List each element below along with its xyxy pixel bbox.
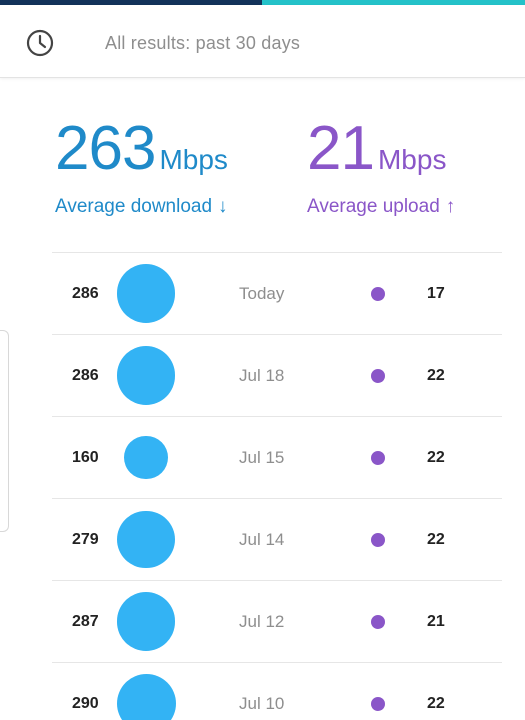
- download-speed: 279: [72, 531, 99, 548]
- time-filter[interactable]: All results: past 30 days: [0, 5, 525, 78]
- upload-dot: [371, 697, 385, 711]
- download-speed: 290: [72, 695, 99, 712]
- result-row[interactable]: 160 Jul 15 22: [52, 416, 502, 498]
- upload-speed: 17: [427, 285, 445, 302]
- results-screen: All results: past 30 days 263 Mbps Averag…: [0, 0, 525, 720]
- result-row[interactable]: 286 Today 17: [52, 252, 502, 334]
- result-row[interactable]: 287 Jul 12 21: [52, 580, 502, 662]
- average-upload-value: 21: [307, 114, 375, 183]
- upload-speed: 22: [427, 367, 445, 384]
- download-bubble: [116, 264, 176, 323]
- upload-dot: [371, 533, 385, 547]
- result-date: Jul 14: [239, 530, 285, 549]
- download-speed: 287: [72, 613, 99, 630]
- upload-dot: [371, 369, 385, 383]
- average-upload-label: Average upload: [307, 196, 440, 217]
- upload-speed: 22: [427, 449, 445, 466]
- average-upload: 21 Mbps Average upload ↑: [307, 118, 455, 218]
- result-date: Today: [239, 284, 285, 303]
- download-speed: 286: [72, 285, 99, 302]
- average-download: 263 Mbps Average download ↓: [55, 118, 228, 218]
- download-speed: 286: [72, 367, 99, 384]
- average-download-label: Average download: [55, 196, 213, 217]
- arrow-up-icon: ↑: [445, 196, 456, 217]
- average-download-value: 263: [55, 114, 156, 183]
- upload-speed: 21: [427, 613, 445, 630]
- result-row[interactable]: 286 Jul 18 22: [52, 334, 502, 416]
- clock-icon: [26, 29, 54, 57]
- upload-dot: [371, 615, 385, 629]
- result-date: Jul 10: [239, 694, 285, 713]
- result-date: Jul 18: [239, 366, 285, 385]
- result-date: Jul 12: [239, 612, 285, 631]
- download-bubble: [117, 510, 175, 569]
- upload-dot: [371, 287, 385, 301]
- download-bubble: [116, 592, 176, 651]
- upload-speed: 22: [427, 695, 445, 712]
- average-upload-unit: Mbps: [377, 144, 447, 175]
- average-summary: 263 Mbps Average download ↓ 21 Mbps Average…: [0, 78, 525, 252]
- time-filter-label: All results: past 30 days: [105, 33, 301, 53]
- download-bubble: [124, 435, 168, 480]
- upload-dot: [371, 451, 385, 465]
- result-row[interactable]: 290 Jul 10 22: [52, 662, 502, 720]
- result-date: Jul 15: [239, 448, 285, 467]
- download-bubble: [116, 674, 176, 720]
- download-speed: 160: [72, 449, 99, 466]
- download-bubble: [116, 346, 176, 405]
- side-drawer-handle[interactable]: [0, 330, 9, 532]
- upload-speed: 22: [427, 531, 445, 548]
- average-download-unit: Mbps: [159, 144, 228, 175]
- results-list: 286 Today 17 286 Jul 18 22 160 Jul 15 22…: [52, 252, 502, 720]
- arrow-down-icon: ↓: [218, 196, 228, 217]
- result-row[interactable]: 279 Jul 14 22: [52, 498, 502, 580]
